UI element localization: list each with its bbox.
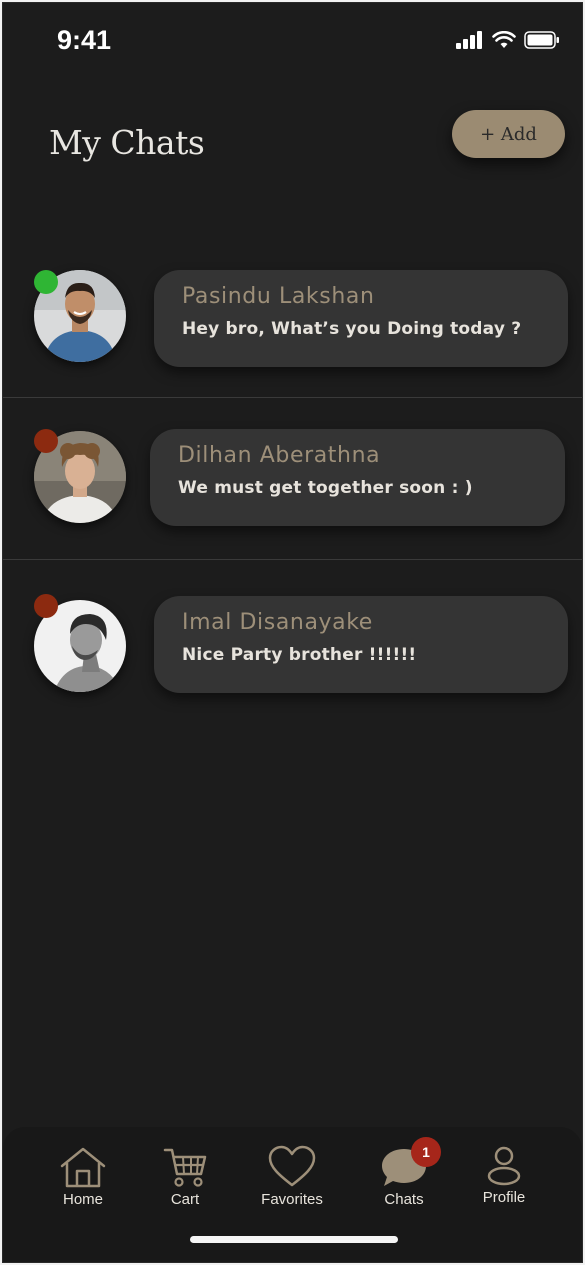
add-chat-button[interactable]: + Add <box>452 110 565 158</box>
chat-bubble[interactable]: Pasindu Lakshan Hey bro, What’s you Doin… <box>154 270 568 367</box>
nav-label: Home <box>62 1191 103 1208</box>
status-time: 9:41 <box>57 25 112 55</box>
chat-bubble[interactable]: Dilhan Aberathna We must get together so… <box>150 429 565 526</box>
wifi-icon <box>492 31 516 48</box>
status-bar: 9:41 <box>3 3 582 83</box>
chat-item[interactable]: Pasindu Lakshan Hey bro, What’s you Doin… <box>3 238 582 400</box>
offline-status-dot <box>34 429 58 453</box>
nav-label: Profile <box>482 1189 526 1206</box>
contact-name: Imal Disanayake <box>182 610 373 635</box>
chat-bubble[interactable]: Imal Disanayake Nice Party brother !!!!!… <box>154 596 568 693</box>
user-icon <box>487 1146 521 1186</box>
chat-item[interactable]: Dilhan Aberathna We must get together so… <box>3 398 582 560</box>
phone-screen: 9:41 My Chats + Add Pasindu Lakshan Hey … <box>2 2 583 1263</box>
last-message: Nice Party brother !!!!!! <box>182 645 417 665</box>
nav-cart[interactable]: Cart <box>140 1145 230 1208</box>
chat-item[interactable]: Imal Disanayake Nice Party brother !!!!!… <box>3 560 582 722</box>
status-icons <box>456 31 560 49</box>
heart-icon <box>268 1145 316 1187</box>
unread-badge: 1 <box>411 1137 441 1167</box>
battery-icon <box>524 31 559 49</box>
home-indicator <box>190 1236 398 1243</box>
cart-icon <box>163 1148 207 1187</box>
nav-label: Chats <box>384 1191 424 1208</box>
nav-home[interactable]: Home <box>38 1145 128 1208</box>
online-status-dot <box>34 270 58 294</box>
nav-chats[interactable]: Chats 1 <box>359 1137 449 1208</box>
offline-status-dot <box>34 594 58 618</box>
nav-label: Favorites <box>261 1191 323 1208</box>
cellular-signal-icon <box>456 31 482 49</box>
last-message: We must get together soon : ) <box>178 478 473 498</box>
page-title: My Chats <box>49 123 205 162</box>
contact-name: Pasindu Lakshan <box>182 284 375 309</box>
nav-label: Cart <box>170 1191 200 1208</box>
nav-profile[interactable]: Profile <box>459 1145 549 1206</box>
home-icon <box>60 1147 106 1188</box>
nav-favorites[interactable]: Favorites <box>247 1145 337 1208</box>
contact-name: Dilhan Aberathna <box>178 443 381 468</box>
last-message: Hey bro, What’s you Doing today ? <box>182 319 522 339</box>
